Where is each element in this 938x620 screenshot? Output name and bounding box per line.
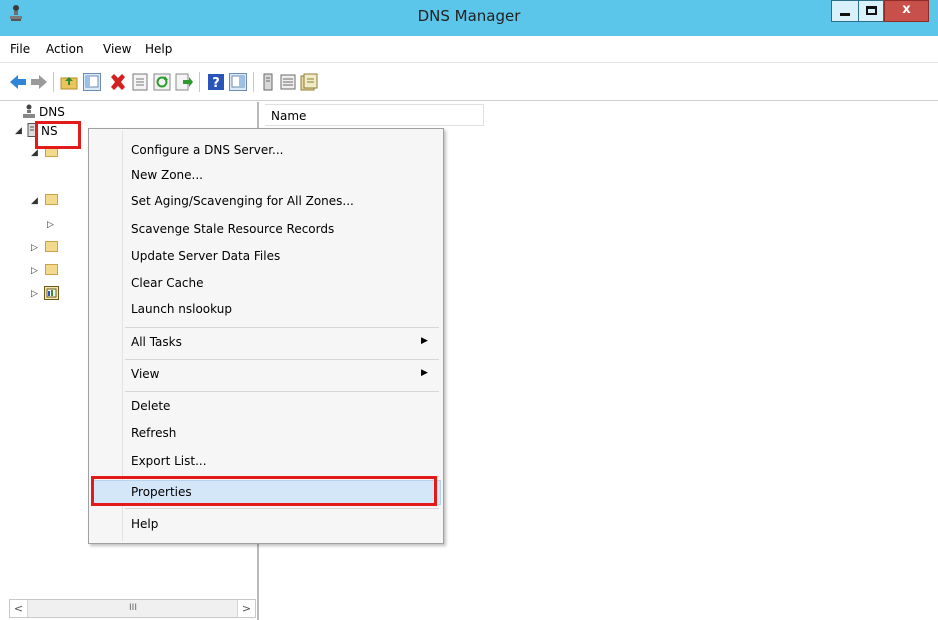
menu-item-view[interactable]: View ▶ <box>91 362 441 387</box>
menu-item-help[interactable]: Help <box>91 512 441 537</box>
show-hide-console-tree-icon[interactable] <box>83 73 101 91</box>
menu-item-label: Clear Cache <box>131 276 204 290</box>
menu-item-label: Delete <box>131 399 171 413</box>
menu-item-launch-nslookup[interactable]: Launch nslookup <box>91 297 441 322</box>
menu-bar: File Action View Help <box>0 36 938 63</box>
tree-collapse-icon[interactable]: ◢ <box>15 126 22 136</box>
minimize-icon <box>840 13 850 16</box>
tree-collapse-icon[interactable]: ◢ <box>31 196 38 206</box>
menu-separator <box>125 359 439 360</box>
back-arrow-icon[interactable] <box>9 73 27 91</box>
menu-item-clear-cache[interactable]: Clear Cache <box>91 271 441 296</box>
column-label-name: Name <box>271 109 307 123</box>
menu-item-label: Refresh <box>131 426 177 440</box>
refresh-icon[interactable] <box>153 73 171 91</box>
global-logs-icon[interactable] <box>44 286 59 300</box>
up-folder-icon[interactable] <box>60 73 78 91</box>
menu-item-label: New Zone... <box>131 168 203 182</box>
column-header-name[interactable]: Name <box>265 104 484 126</box>
toolbar-separator <box>253 72 254 92</box>
menu-file[interactable]: File <box>10 42 30 56</box>
menu-item-new-zone[interactable]: New Zone... <box>91 163 441 188</box>
close-button[interactable]: x <box>884 0 929 22</box>
menu-action[interactable]: Action <box>46 42 84 56</box>
menu-item-label: All Tasks <box>131 335 182 349</box>
tree-horizontal-scrollbar[interactable]: < III > <box>9 599 256 618</box>
properties-highlight <box>91 476 437 506</box>
tree-root-dns[interactable]: DNS <box>39 105 65 119</box>
toolbar-separator <box>199 72 200 92</box>
scroll-thumb[interactable]: III <box>29 600 237 617</box>
tree-expand-icon[interactable]: ▷ <box>31 266 38 276</box>
menu-item-label: Update Server Data Files <box>131 249 281 263</box>
server-node-highlight <box>35 121 81 149</box>
menu-item-update-server-data-files[interactable]: Update Server Data Files <box>91 244 441 269</box>
menu-item-set-aging-scavenging[interactable]: Set Aging/Scavenging for All Zones... <box>91 189 441 214</box>
maximize-icon <box>866 6 877 15</box>
menu-item-label: Configure a DNS Server... <box>131 143 284 157</box>
tree-expand-icon[interactable]: ▷ <box>47 220 54 230</box>
toolbar: ? <box>0 63 938 101</box>
help-icon[interactable]: ? <box>207 73 225 91</box>
menu-view[interactable]: View <box>103 42 131 56</box>
menu-help[interactable]: Help <box>145 42 172 56</box>
maximize-button[interactable] <box>858 0 884 22</box>
scroll-right-button[interactable]: > <box>237 600 255 617</box>
menu-item-export-list[interactable]: Export List... <box>91 449 441 474</box>
show-hide-action-pane-icon[interactable] <box>229 73 247 91</box>
folder-icon[interactable] <box>45 194 58 205</box>
folder-icon[interactable] <box>45 241 58 252</box>
properties-icon[interactable] <box>131 73 149 91</box>
menu-item-label: Launch nslookup <box>131 302 232 316</box>
menu-separator <box>125 327 439 328</box>
folder-icon[interactable] <box>45 264 58 275</box>
submenu-arrow-icon: ▶ <box>421 336 428 346</box>
menu-item-label: View <box>131 367 160 381</box>
title-bar[interactable]: DNS Manager x <box>0 0 938 36</box>
menu-item-configure-dns-server[interactable]: Configure a DNS Server... <box>91 138 441 163</box>
dns-root-icon <box>23 104 35 118</box>
menu-item-scavenge-stale-records[interactable]: Scavenge Stale Resource Records <box>91 217 441 242</box>
close-icon: x <box>902 2 911 17</box>
menu-item-refresh[interactable]: Refresh <box>91 421 441 446</box>
tree-expand-icon[interactable]: ▷ <box>31 289 38 299</box>
export-list-icon[interactable] <box>175 73 193 91</box>
zone-icon[interactable] <box>279 73 297 91</box>
window-title: DNS Manager <box>417 7 521 25</box>
menu-separator <box>125 508 439 509</box>
menu-item-label: Help <box>131 517 159 531</box>
forward-arrow-icon[interactable] <box>30 73 48 91</box>
tree-expand-icon[interactable]: ▷ <box>31 243 38 253</box>
server-icon[interactable] <box>259 73 277 91</box>
delete-icon[interactable] <box>109 73 127 91</box>
menu-item-label: Set Aging/Scavenging for All Zones... <box>131 194 354 208</box>
menu-item-label: Export List... <box>131 454 207 468</box>
svg-text:?: ? <box>212 76 220 91</box>
menu-separator <box>125 391 439 392</box>
menu-item-delete[interactable]: Delete <box>91 394 441 419</box>
minimize-button[interactable] <box>831 0 858 22</box>
submenu-arrow-icon: ▶ <box>421 368 428 378</box>
tree-collapse-icon[interactable]: ◢ <box>31 148 38 158</box>
menu-item-label: Scavenge Stale Resource Records <box>131 222 335 236</box>
toolbar-separator <box>53 72 54 92</box>
scroll-left-button[interactable]: < <box>10 600 28 617</box>
menu-item-all-tasks[interactable]: All Tasks ▶ <box>91 330 441 355</box>
new-record-icon[interactable] <box>300 73 318 91</box>
